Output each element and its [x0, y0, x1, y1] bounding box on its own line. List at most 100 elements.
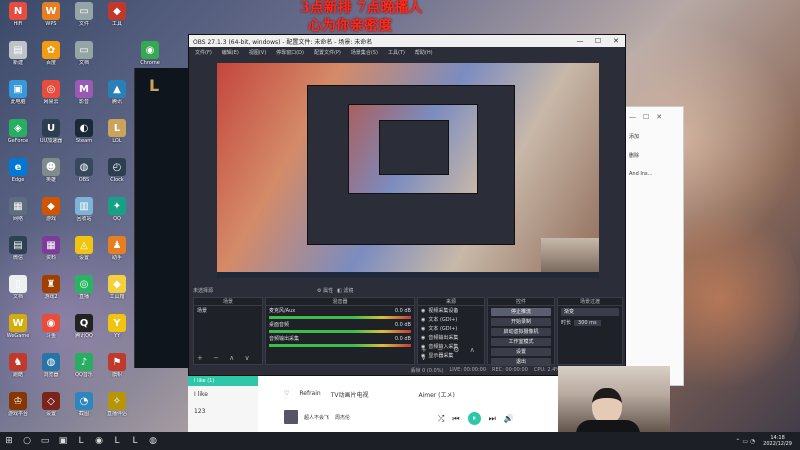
- source-item[interactable]: ◉ 视频采集设备: [418, 306, 484, 315]
- desktop-icon[interactable]: ✦ QQ: [102, 197, 132, 222]
- maximize-button[interactable]: ☐: [589, 37, 607, 45]
- desktop-icon[interactable]: ◐ Steam: [69, 119, 99, 144]
- system-tray[interactable]: ⌃ ▭ ◔: [735, 438, 755, 445]
- desktop-icon[interactable]: ◉ Chrome: [135, 41, 165, 66]
- desktop-icon[interactable]: Q 腾讯QQ: [69, 314, 99, 339]
- desktop-icon[interactable]: ◎ 网易云: [36, 80, 66, 105]
- scene-item[interactable]: 场景: [194, 306, 262, 315]
- control-button[interactable]: 退出: [491, 358, 551, 366]
- desktop-icon[interactable]: ▤ 微信: [3, 236, 33, 261]
- taskbar-app-icon[interactable]: L: [108, 432, 126, 450]
- taskbar-app-icon[interactable]: ⊞: [0, 432, 18, 450]
- desktop-icon[interactable]: ⚑ 旗帜: [102, 353, 132, 378]
- desktop-icon[interactable]: ◆ 工具箱: [102, 275, 132, 300]
- desktop-icon[interactable]: ▦ 资料: [36, 236, 66, 261]
- source-buttons[interactable]: + − ⚙ ∧ ∨: [421, 346, 484, 362]
- source-item[interactable]: ◉ 文本 (GDI+): [418, 324, 484, 333]
- window-button[interactable]: ☐: [643, 113, 649, 121]
- window-item[interactable]: 添加: [625, 127, 683, 146]
- desktop-icon[interactable]: L LOL: [102, 119, 132, 144]
- menu-item[interactable]: 场景集合(S): [351, 49, 378, 56]
- desktop-icon[interactable]: ✧ 直播伴侣: [102, 392, 132, 417]
- taskbar-app-icon[interactable]: L: [72, 432, 90, 450]
- taskbar-app-icon[interactable]: ◉: [90, 432, 108, 450]
- desktop-icon[interactable]: ◆ 游戏: [36, 197, 66, 222]
- desktop-icon[interactable]: W WPS: [36, 2, 66, 27]
- volume-meter[interactable]: [269, 316, 411, 319]
- window-item[interactable]: 删除: [625, 146, 683, 165]
- desktop-icon[interactable]: ◔ 截图: [69, 392, 99, 417]
- desktop-icon[interactable]: ◴ Clock: [102, 158, 132, 183]
- menu-item[interactable]: 视图(V): [249, 49, 266, 56]
- desktop-icon[interactable]: ◍ OBS: [69, 158, 99, 183]
- volume-meter[interactable]: [269, 344, 411, 347]
- desktop-icon[interactable]: ◆ 工具: [102, 2, 132, 27]
- taskbar-app-icon[interactable]: L: [126, 432, 144, 450]
- taskbar-app-icon[interactable]: ○: [18, 432, 36, 450]
- desktop-icon[interactable]: ♜ 游戏2: [36, 275, 66, 300]
- desktop-icon[interactable]: ✿ 百度: [36, 41, 66, 66]
- desktop-icon[interactable]: ♪ QQ音乐: [69, 353, 99, 378]
- preview-canvas[interactable]: [217, 63, 599, 278]
- window-button[interactable]: ✕: [656, 113, 662, 121]
- menu-item[interactable]: 配置文件(P): [314, 49, 341, 56]
- desktop-icon[interactable]: Y YY: [102, 314, 132, 339]
- next-icon[interactable]: ⏭: [489, 414, 496, 424]
- desktop-icon[interactable]: ◬ 设置: [69, 236, 99, 261]
- previous-icon[interactable]: ⏮: [452, 414, 459, 424]
- window-item[interactable]: And Ins...: [625, 165, 683, 183]
- source-item[interactable]: ◉ 文本 (GDI+): [418, 315, 484, 324]
- desktop-icon[interactable]: ▭ 文件: [69, 2, 99, 27]
- taskbar-app-icon[interactable]: ◍: [144, 432, 162, 450]
- desktop-icon[interactable]: ◍ 浏览器: [36, 353, 66, 378]
- eye-icon[interactable]: ◉: [421, 317, 425, 323]
- control-button[interactable]: 启动虚拟摄像机: [491, 328, 551, 336]
- desktop-icon[interactable]: ▤ 新建: [3, 41, 33, 66]
- menu-item[interactable]: 帮助(H): [415, 49, 433, 56]
- desktop-icon[interactable]: ◉ 斗鱼: [36, 314, 66, 339]
- eye-icon[interactable]: ◉: [421, 335, 425, 341]
- desktop-icon[interactable]: ▭ 文档: [69, 41, 99, 66]
- eye-icon[interactable]: ◉: [421, 326, 425, 332]
- desktop-icon[interactable]: ▦ 网络: [3, 197, 33, 222]
- heart-icon[interactable]: ♡: [284, 390, 289, 399]
- menu-item[interactable]: 文件(F): [195, 49, 212, 56]
- desktop-icon[interactable]: ◎ 直播: [69, 275, 99, 300]
- window-button[interactable]: —: [629, 113, 636, 121]
- taskbar-app-icon[interactable]: ▭: [36, 432, 54, 450]
- source-item[interactable]: ◉ 音频输出采集: [418, 333, 484, 342]
- close-button[interactable]: ✕: [607, 37, 625, 45]
- transition-select[interactable]: 渐变: [561, 308, 619, 316]
- eye-icon[interactable]: ◉: [421, 308, 425, 314]
- minimize-button[interactable]: —: [571, 37, 589, 45]
- desktop-icon[interactable]: ◇ 设置: [36, 392, 66, 417]
- control-button[interactable]: 开始录制: [491, 318, 551, 326]
- desktop-icon[interactable]: M 影音: [69, 80, 99, 105]
- scene-buttons[interactable]: + − ∧ ∨: [197, 354, 254, 362]
- desktop-icon[interactable]: N HiFi: [3, 2, 33, 27]
- desktop-icon[interactable]: ♟ 助手: [102, 236, 132, 261]
- control-button[interactable]: 停止推流: [491, 308, 551, 316]
- menu-item[interactable]: 停靠窗口(D): [276, 49, 304, 56]
- duration-input[interactable]: 300 ms: [574, 319, 601, 326]
- control-button[interactable]: 设置: [491, 348, 551, 356]
- filters-button[interactable]: ◧ 滤镜: [337, 287, 353, 294]
- properties-button[interactable]: ⚙ 属性: [317, 287, 333, 294]
- desktop-icon[interactable]: U UU加速器: [36, 119, 66, 144]
- desktop-icon[interactable]: ▥ 回收站: [69, 197, 99, 222]
- desktop-icon[interactable]: ♔ 游戏平台: [3, 392, 33, 417]
- playlist-item[interactable]: I like: [188, 386, 258, 403]
- song-row[interactable]: ♡ Refrain TV动画片电视 Aimer (エメ): [284, 390, 455, 399]
- volume-icon[interactable]: 🔊: [504, 414, 514, 423]
- control-button[interactable]: 工作室模式: [491, 338, 551, 346]
- playlist-item[interactable]: 123: [188, 403, 258, 420]
- pause-button[interactable]: ⏸: [467, 412, 481, 425]
- playlist-current[interactable]: I like (1): [188, 376, 258, 386]
- taskbar-app-icon[interactable]: ▣: [54, 432, 72, 450]
- clock[interactable]: 14:18 2022/12/29: [763, 435, 800, 447]
- desktop-icon[interactable]: ▲ 腾讯: [102, 80, 132, 105]
- shuffle-icon[interactable]: ⤮: [438, 414, 444, 424]
- menu-item[interactable]: 编辑(E): [222, 49, 239, 56]
- desktop-icon[interactable]: ▯ 文档: [3, 275, 33, 300]
- menu-item[interactable]: 工具(T): [388, 49, 405, 56]
